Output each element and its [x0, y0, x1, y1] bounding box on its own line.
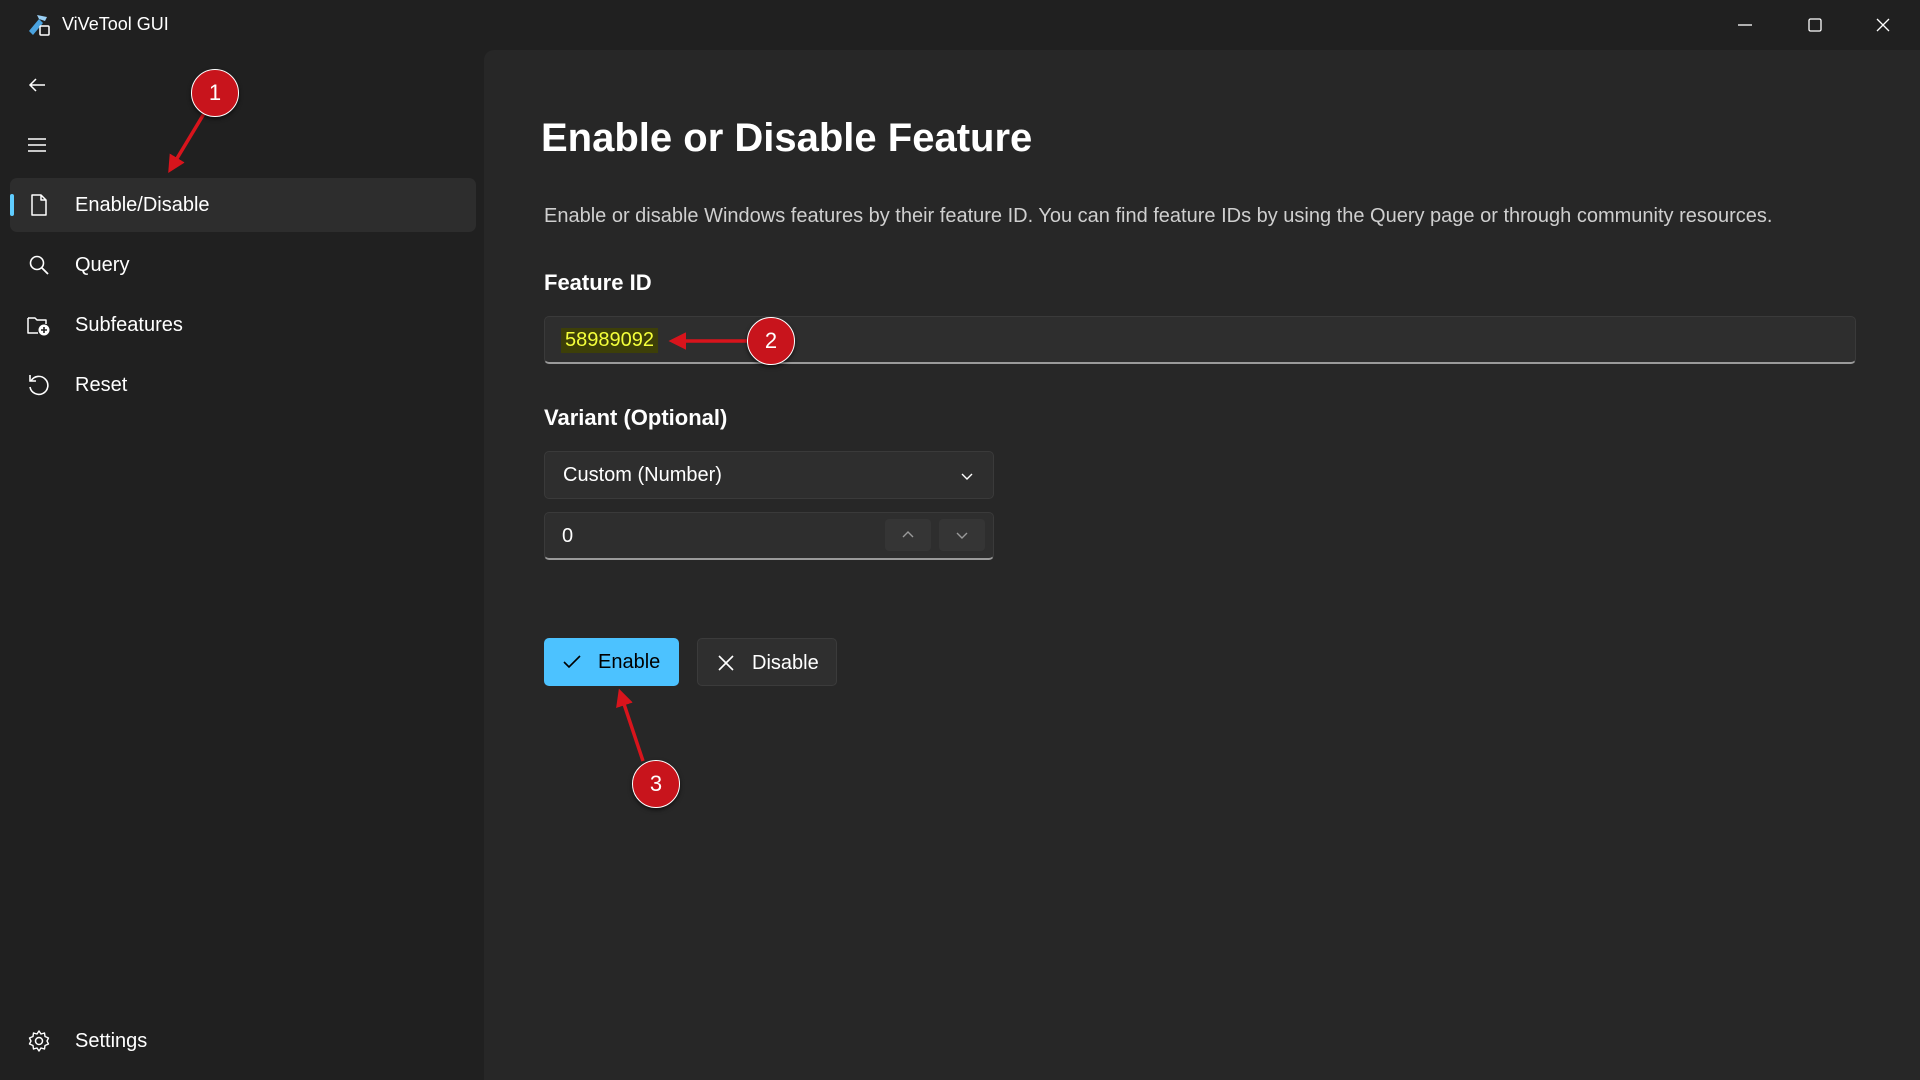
title-bar: ViVeTool GUI — [0, 0, 1920, 50]
sidebar-item-label: Settings — [75, 1030, 148, 1052]
feature-id-value: 58989092 — [561, 328, 658, 353]
close-icon — [1876, 18, 1890, 32]
maximize-button[interactable] — [1780, 0, 1850, 50]
sidebar-item-label: Reset — [75, 374, 128, 396]
sidebar-item-query[interactable]: Query — [10, 238, 476, 292]
search-icon — [29, 255, 49, 275]
increment-button[interactable] — [885, 519, 931, 551]
minimize-button[interactable] — [1710, 0, 1780, 50]
annotation-marker-2: 2 — [747, 317, 795, 365]
document-icon — [31, 194, 47, 216]
annotation-marker-3: 3 — [632, 760, 680, 808]
back-button[interactable] — [22, 70, 52, 100]
navigation-pane: Enable/Disable Query Subfeatures Reset S… — [0, 50, 484, 1080]
reset-icon — [29, 375, 49, 396]
folder-add-icon — [27, 317, 50, 336]
sidebar-item-reset[interactable]: Reset — [10, 358, 476, 412]
gear-icon — [28, 1030, 50, 1052]
sidebar-item-label: Subfeatures — [75, 314, 183, 336]
back-arrow-icon — [28, 78, 45, 92]
close-icon — [718, 655, 734, 671]
minimize-icon — [1738, 24, 1752, 26]
decrement-button[interactable] — [939, 519, 985, 551]
chevron-down-icon — [961, 473, 973, 480]
vivetool-app-icon — [29, 15, 50, 36]
variant-number-value: 0 — [562, 525, 574, 547]
sidebar-item-subfeatures[interactable]: Subfeatures — [10, 298, 476, 352]
selection-indicator — [10, 194, 14, 216]
feature-id-label: Feature ID — [544, 270, 652, 295]
sidebar-item-label: Query — [75, 254, 130, 276]
hamburger-menu-icon — [28, 138, 46, 152]
maximize-icon — [1808, 18, 1822, 32]
variant-selected-value: Custom (Number) — [563, 464, 722, 486]
variant-label: Variant (Optional) — [544, 405, 728, 430]
enable-button[interactable]: Enable — [544, 638, 679, 686]
sidebar-item-label: Enable/Disable — [75, 194, 210, 216]
checkmark-icon — [563, 655, 581, 669]
menu-toggle-button[interactable] — [22, 130, 52, 160]
page-title: Enable or Disable Feature — [541, 116, 1033, 160]
annotation-marker-1: 1 — [191, 69, 239, 117]
chevron-down-icon — [956, 532, 968, 539]
content-page: Enable or Disable Feature Enable or disa… — [484, 50, 1920, 1080]
sidebar-item-settings[interactable]: Settings — [10, 1014, 476, 1068]
disable-button[interactable]: Disable — [697, 638, 837, 686]
app-title: ViVeTool GUI — [62, 14, 169, 34]
variant-dropdown[interactable]: Custom (Number) — [544, 451, 994, 499]
variant-number-input[interactable]: 0 — [544, 512, 994, 560]
chevron-up-icon — [902, 531, 914, 538]
sidebar-item-enable-disable[interactable]: Enable/Disable — [10, 178, 476, 232]
feature-id-input[interactable]: 58989092 — [544, 316, 1856, 364]
close-button[interactable] — [1848, 0, 1918, 50]
page-description: Enable or disable Windows features by th… — [544, 205, 1773, 227]
enable-button-label: Enable — [598, 651, 661, 673]
disable-button-label: Disable — [752, 652, 819, 674]
